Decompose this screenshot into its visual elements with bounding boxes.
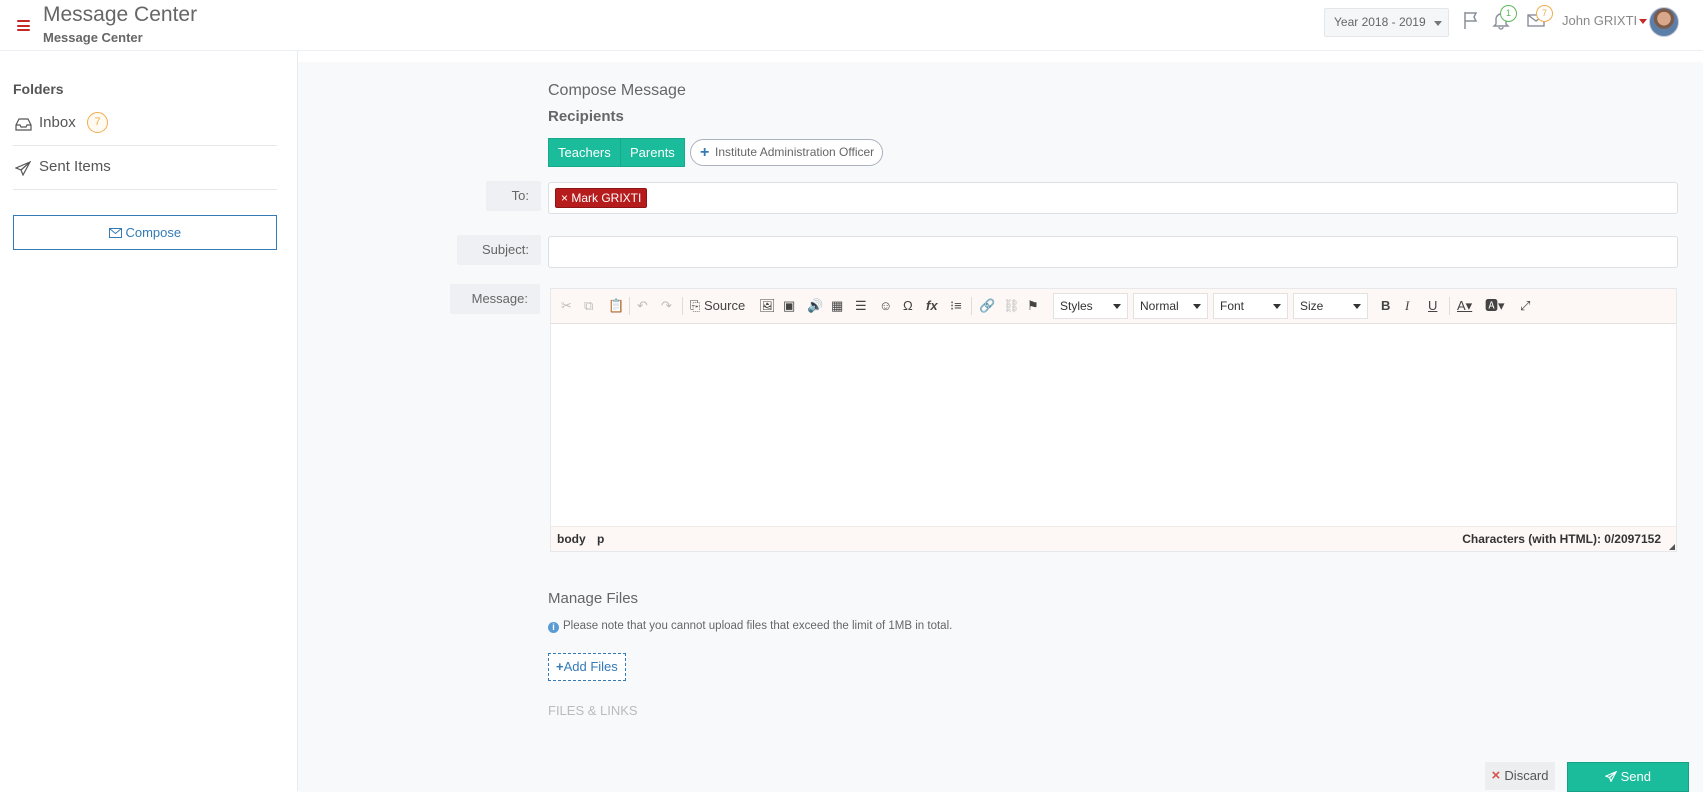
- recipients-heading: Recipients: [548, 108, 624, 125]
- chevron-down-icon: [1193, 304, 1201, 309]
- background-color-icon[interactable]: 🅰▾: [1485, 297, 1505, 315]
- to-field[interactable]: × Mark GRIXTI: [548, 182, 1678, 214]
- path-body[interactable]: body: [557, 527, 586, 551]
- formula-icon[interactable]: fx: [926, 297, 938, 315]
- notifications-badge: 1: [1500, 5, 1517, 22]
- user-menu-chevron-icon[interactable]: [1639, 19, 1647, 24]
- smiley-icon[interactable]: ☺: [879, 297, 892, 315]
- plus-icon: +: [556, 659, 564, 674]
- maximize-icon[interactable]: ⤢: [1520, 297, 1530, 315]
- format-select[interactable]: Normal: [1133, 293, 1208, 319]
- special-char-icon[interactable]: Ω: [903, 297, 913, 315]
- remove-tag-icon[interactable]: ×: [561, 191, 571, 205]
- path-p[interactable]: p: [597, 527, 604, 551]
- compose-button[interactable]: Compose: [13, 215, 277, 250]
- chevron-down-icon: [1353, 304, 1361, 309]
- avatar[interactable]: [1649, 7, 1679, 37]
- page-subtitle: Message Center: [43, 30, 143, 45]
- recipient-group-parents[interactable]: Parents: [620, 138, 685, 167]
- plus-icon: +: [700, 144, 710, 161]
- text-color-icon[interactable]: A▾: [1457, 297, 1472, 315]
- paste-icon[interactable]: 📋: [608, 297, 624, 315]
- list-options-icon[interactable]: ⁝≡: [950, 297, 962, 315]
- inbox-icon: [15, 118, 32, 131]
- add-recipient-group-label: Institute Administration Officer: [715, 145, 875, 159]
- folders-heading: Folders: [13, 81, 64, 97]
- size-select-label: Size: [1300, 299, 1324, 313]
- font-select[interactable]: Font: [1213, 293, 1288, 319]
- discard-label: Discard: [1504, 768, 1549, 783]
- image-icon[interactable]: 🖼: [759, 297, 776, 315]
- recipient-group-teachers[interactable]: Teachers: [548, 138, 621, 167]
- image2-icon[interactable]: ▣: [783, 297, 795, 315]
- recipient-tag-label: Mark GRIXTI: [571, 191, 642, 205]
- subject-label: Subject:: [457, 235, 541, 265]
- copy-icon[interactable]: ⧉: [584, 297, 593, 315]
- paper-plane-icon: [1604, 770, 1618, 783]
- info-icon: i: [548, 622, 559, 633]
- styles-select[interactable]: Styles: [1053, 293, 1128, 319]
- message-editor[interactable]: ✂ ⧉ 📋 ↶ ↷ ⎘ Source 🖼 ▣ 🔊 ▦ ☰ ☺ Ω fx ⁝≡ 🔗…: [550, 288, 1677, 552]
- send-button[interactable]: Send: [1567, 762, 1689, 792]
- cut-icon[interactable]: ✂: [561, 297, 572, 315]
- sidebar-item-label: Inbox: [39, 114, 76, 131]
- manage-files-heading: Manage Files: [548, 590, 639, 607]
- to-label: To:: [486, 181, 541, 211]
- undo-icon[interactable]: ↶: [637, 297, 648, 315]
- subject-input[interactable]: [548, 236, 1678, 268]
- sidebar-item-inbox[interactable]: Inbox 7: [13, 103, 277, 146]
- send-label: Send: [1620, 769, 1651, 784]
- flag-icon[interactable]: [1461, 10, 1483, 32]
- underline-icon[interactable]: U: [1428, 297, 1437, 315]
- compose-heading: Compose Message: [548, 82, 686, 99]
- close-icon: ×: [1491, 767, 1505, 784]
- paper-plane-icon: [15, 161, 31, 176]
- messages-badge: 7: [1536, 5, 1553, 22]
- discard-button[interactable]: × Discard: [1485, 762, 1555, 790]
- editor-statusbar: body p Characters (with HTML): 0/2097152: [551, 526, 1676, 551]
- size-select[interactable]: Size: [1293, 293, 1368, 319]
- upload-limit-note: i Please note that you cannot upload file…: [548, 620, 952, 633]
- link-icon[interactable]: 🔗: [979, 297, 995, 315]
- compose-button-label: Compose: [125, 225, 182, 240]
- horizontal-line-icon[interactable]: ☰: [855, 297, 867, 315]
- sidebar-item-sent[interactable]: Sent Items: [13, 147, 277, 190]
- message-label: Message:: [450, 284, 540, 314]
- styles-select-label: Styles: [1060, 299, 1093, 313]
- editor-toolbar: ✂ ⧉ 📋 ↶ ↷ ⎘ Source 🖼 ▣ 🔊 ▦ ☰ ☺ Ω fx ⁝≡ 🔗…: [551, 289, 1676, 324]
- italic-icon[interactable]: I: [1405, 297, 1409, 315]
- format-select-label: Normal: [1140, 299, 1179, 313]
- inbox-count-badge: 7: [87, 112, 108, 133]
- source-button[interactable]: ⎘ Source: [690, 297, 745, 315]
- source-label: Source: [704, 298, 746, 313]
- chevron-down-icon: [1434, 21, 1442, 26]
- chevron-down-icon: [1273, 304, 1281, 309]
- menu-toggle-icon[interactable]: [17, 20, 30, 31]
- source-icon: ⎘: [690, 298, 705, 313]
- unlink-icon[interactable]: ⛓: [1003, 297, 1020, 315]
- user-name[interactable]: John GRIXTI: [1562, 13, 1637, 28]
- character-count: Characters (with HTML): 0/2097152: [1462, 532, 1661, 546]
- bold-icon[interactable]: B: [1381, 297, 1390, 315]
- anchor-flag-icon[interactable]: ⚑: [1027, 297, 1039, 315]
- audio-icon[interactable]: 🔊: [807, 297, 823, 315]
- redo-icon[interactable]: ↷: [661, 297, 672, 315]
- resize-handle[interactable]: [1669, 544, 1675, 550]
- files-links-heading: FILES & LINKS: [548, 703, 638, 718]
- year-select[interactable]: Year 2018 - 2019: [1324, 8, 1449, 37]
- upload-limit-note-text: Please note that you cannot upload files…: [563, 620, 953, 632]
- envelope-icon: [108, 228, 122, 238]
- add-files-button[interactable]: +Add Files: [548, 653, 626, 681]
- font-select-label: Font: [1220, 299, 1245, 313]
- table-icon[interactable]: ▦: [831, 297, 843, 315]
- year-select-label: Year 2018 - 2019: [1334, 15, 1426, 29]
- sidebar-item-label: Sent Items: [39, 158, 111, 175]
- page-title: Message Center: [43, 3, 198, 26]
- recipient-tag[interactable]: × Mark GRIXTI: [555, 188, 648, 208]
- chevron-down-icon: [1113, 304, 1121, 309]
- add-recipient-group-button[interactable]: + Institute Administration Officer: [690, 139, 884, 166]
- add-files-label: Add Files: [563, 659, 618, 674]
